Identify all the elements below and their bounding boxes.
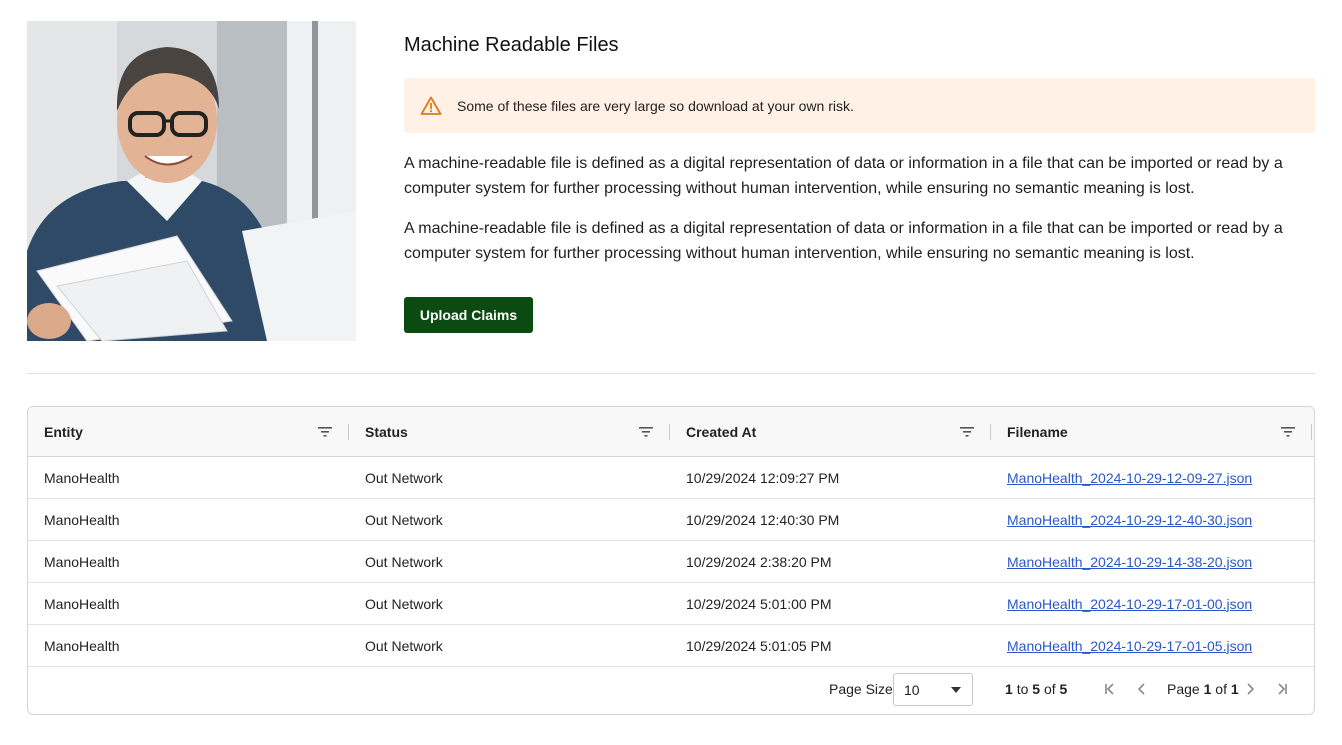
table-row: ManoHealth Out Network 10/29/2024 5:01:0… xyxy=(28,583,1314,625)
created-at-cell: 10/29/2024 12:40:30 PM xyxy=(686,511,840,528)
previous-page-icon[interactable] xyxy=(1134,681,1150,697)
grid-header: Entity Status Created At Filename xyxy=(28,407,1314,457)
files-grid: Entity Status Created At Filename ManoHe… xyxy=(27,406,1315,715)
status-cell: Out Network xyxy=(365,469,443,486)
column-header-label: Created At xyxy=(686,423,757,440)
warning-icon xyxy=(420,95,442,117)
page-current: 1 xyxy=(1203,681,1212,697)
page-summary: Page 1 of 1 xyxy=(1167,681,1239,697)
warning-text: Some of these files are very large so do… xyxy=(457,97,854,114)
created-at-cell: 10/29/2024 5:01:05 PM xyxy=(686,637,832,654)
status-cell: Out Network xyxy=(365,637,443,654)
last-page-icon[interactable] xyxy=(1274,681,1290,697)
chevron-down-icon xyxy=(951,687,961,693)
range-total: 5 xyxy=(1059,681,1068,697)
created-at-cell: 10/29/2024 5:01:00 PM xyxy=(686,595,832,612)
page-title: Machine Readable Files xyxy=(404,34,619,56)
range-of: of xyxy=(1043,681,1056,697)
column-header-label: Filename xyxy=(1007,423,1068,440)
filename-cell: ManoHealth_2024-10-29-12-40-30.json xyxy=(991,512,1312,528)
column-header-label: Status xyxy=(365,423,408,440)
filename-cell: ManoHealth_2024-10-29-12-09-27.json xyxy=(991,470,1312,486)
filter-icon[interactable] xyxy=(318,426,332,438)
upload-claims-button[interactable]: Upload Claims xyxy=(404,297,533,333)
range-start: 1 xyxy=(1005,681,1013,697)
file-download-link[interactable]: ManoHealth_2024-10-29-17-01-00.json xyxy=(1007,596,1252,612)
description-paragraph: A machine-readable file is defined as a … xyxy=(404,220,1283,262)
filename-cell: ManoHealth_2024-10-29-14-38-20.json xyxy=(991,554,1312,570)
entity-cell: ManoHealth xyxy=(44,511,120,528)
filter-icon[interactable] xyxy=(639,426,653,438)
hero-photo xyxy=(27,21,356,341)
page-of: of xyxy=(1215,681,1227,697)
table-row: ManoHealth Out Network 10/29/2024 2:38:2… xyxy=(28,541,1314,583)
page-total: 1 xyxy=(1230,681,1239,697)
column-header-label: Entity xyxy=(44,423,83,440)
column-header-status[interactable]: Status xyxy=(349,407,670,456)
created-at-cell: 10/29/2024 12:09:27 PM xyxy=(686,469,840,486)
file-download-link[interactable]: ManoHealth_2024-10-29-12-40-30.json xyxy=(1007,512,1252,528)
filename-cell: ManoHealth_2024-10-29-17-01-05.json xyxy=(991,638,1312,654)
description-paragraph: A machine-readable file is defined as a … xyxy=(404,155,1283,197)
status-cell: Out Network xyxy=(365,553,443,570)
file-download-link[interactable]: ManoHealth_2024-10-29-14-38-20.json xyxy=(1007,554,1252,570)
table-row: ManoHealth Out Network 10/29/2024 12:40:… xyxy=(28,499,1314,541)
entity-cell: ManoHealth xyxy=(44,637,120,654)
pagination-bar: Page Size: 10 1 to 5 of 5 Page 1 of 1 xyxy=(28,665,1314,714)
column-header-created-at[interactable]: Created At xyxy=(670,407,991,456)
next-page-icon[interactable] xyxy=(1242,681,1258,697)
column-header-entity[interactable]: Entity xyxy=(28,407,349,456)
range-to: to xyxy=(1016,681,1029,697)
page-size-select[interactable]: 10 xyxy=(893,673,973,706)
filename-cell: ManoHealth_2024-10-29-17-01-00.json xyxy=(991,596,1312,612)
row-summary: 1 to 5 of 5 xyxy=(1005,681,1067,697)
page-word: Page xyxy=(1167,681,1200,697)
page-size-label: Page Size: xyxy=(829,681,897,697)
first-page-icon[interactable] xyxy=(1102,681,1118,697)
file-download-link[interactable]: ManoHealth_2024-10-29-12-09-27.json xyxy=(1007,470,1252,486)
status-cell: Out Network xyxy=(365,595,443,612)
created-at-cell: 10/29/2024 2:38:20 PM xyxy=(686,553,832,570)
content-panel: Machine Readable Files Some of these fil… xyxy=(404,21,1315,333)
entity-cell: ManoHealth xyxy=(44,553,120,570)
filter-icon[interactable] xyxy=(960,426,974,438)
range-end: 5 xyxy=(1032,681,1041,697)
section-divider xyxy=(27,373,1315,374)
entity-cell: ManoHealth xyxy=(44,469,120,486)
warning-alert: Some of these files are very large so do… xyxy=(404,78,1315,133)
status-cell: Out Network xyxy=(365,511,443,528)
table-row: ManoHealth Out Network 10/29/2024 12:09:… xyxy=(28,457,1314,499)
filter-icon[interactable] xyxy=(1281,426,1295,438)
page-size-value: 10 xyxy=(904,681,920,698)
entity-cell: ManoHealth xyxy=(44,595,120,612)
column-header-filename[interactable]: Filename xyxy=(991,407,1312,456)
table-row: ManoHealth Out Network 10/29/2024 5:01:0… xyxy=(28,625,1314,667)
file-download-link[interactable]: ManoHealth_2024-10-29-17-01-05.json xyxy=(1007,638,1252,654)
